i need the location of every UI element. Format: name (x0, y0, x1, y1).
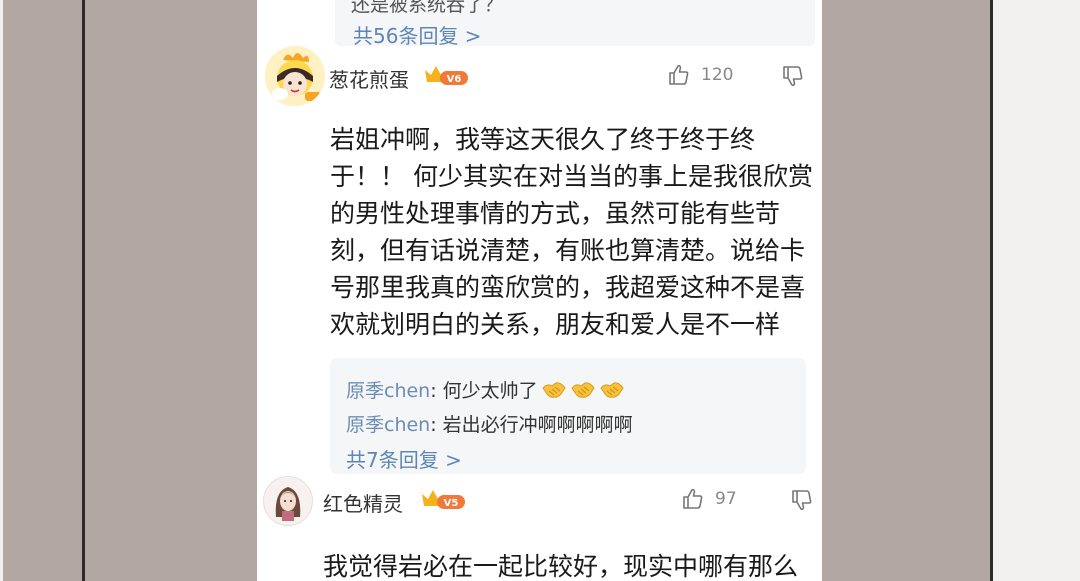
thumbs-down-icon[interactable] (780, 64, 806, 88)
thumbs-up-icon (683, 488, 703, 509)
crown-level-badge-icon: V5 (422, 490, 465, 509)
username[interactable]: 红色精灵 (323, 488, 403, 517)
thumbs-up-icon (669, 64, 689, 85)
reply-line-partial: 还是被系统吞了？ (351, 0, 504, 16)
reply-text: : 岩出必行冲啊啊啊啊啊 (430, 414, 633, 436)
handshake-emoji-icon (600, 381, 624, 398)
reply-item[interactable]: 原季chen : 岩出必行冲啊啊啊啊啊 (346, 410, 633, 437)
crown-level-badge-icon: V6 (425, 66, 468, 85)
like-button[interactable]: 120 (667, 63, 733, 87)
more-replies-link[interactable]: 共56条回复 > (353, 20, 482, 46)
like-count: 97 (715, 489, 737, 509)
comment-text-line: 于！！ 何少其实在对当当的事上是我很欣赏 (330, 162, 813, 191)
chick-avatar-icon (265, 46, 325, 106)
avatar[interactable] (263, 476, 313, 526)
comment-text-line: 号那里我真的蛮欣赏的，我超爱这种不是喜 (330, 273, 806, 302)
comment-text-line: 的男性处理事情的方式，虽然可能有些苛 (330, 199, 781, 228)
like-count: 120 (701, 65, 734, 85)
previous-reply-box: 还是被系统吞了？ 共56条回复 > (335, 0, 815, 46)
avatar[interactable] (265, 46, 325, 106)
reply-username[interactable]: 原季chen (346, 410, 430, 437)
comment-text: 岩姐冲啊，我等这天很久了终于终于终 于！！ 何少其实在对当当的事上是我很欣赏 的… (330, 121, 813, 343)
reply-text: : 何少太帅了 (430, 380, 538, 402)
thumbs-down-icon[interactable] (789, 488, 815, 512)
svg-text:V6: V6 (447, 74, 462, 85)
reply-username[interactable]: 原季chen (346, 376, 430, 403)
window-right-edge (993, 0, 1080, 581)
username[interactable]: 葱花煎蛋 (329, 64, 409, 93)
reply-item[interactable]: 原季chen : 何少太帅了 (346, 376, 625, 403)
handshake-emoji-icon (571, 381, 595, 398)
handshake-emoji-icon (542, 381, 566, 398)
girl-avatar-icon (264, 477, 312, 525)
comment-text: 我觉得岩必在一起比较好，现实中哪有那么 (323, 548, 798, 581)
like-button[interactable]: 97 (681, 487, 737, 511)
comment-text-line: 岩姐冲啊，我等这天很久了终于终于终 (330, 125, 756, 154)
comment-feed: 还是被系统吞了？ 共56条回复 > 葱花煎蛋 V6 120 岩姐冲啊，我等这天很… (257, 0, 822, 581)
comment-text-line: 我觉得岩必在一起比较好，现实中哪有那么 (323, 552, 799, 581)
svg-text:V5: V5 (444, 498, 459, 509)
more-replies-link[interactable]: 共7条回复 > (346, 444, 462, 473)
window-left-border (82, 0, 85, 581)
window-left-edge (0, 0, 3, 581)
comment-text-line: 刻，但有话说清楚，有账也算清楚。说给卡 (330, 236, 806, 265)
reply-box: 原季chen : 何少太帅了 原季chen : 岩出必行冲啊啊啊啊啊 共7条回复… (330, 358, 806, 474)
comment-text-line: 欢就划明白的关系，朋友和爱人是不一样 (330, 310, 781, 339)
